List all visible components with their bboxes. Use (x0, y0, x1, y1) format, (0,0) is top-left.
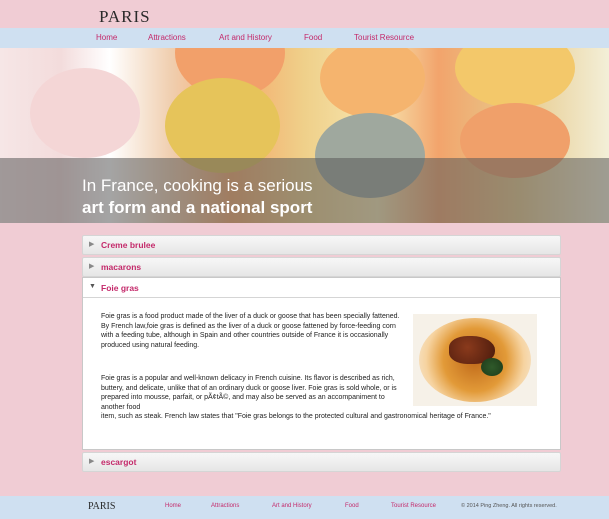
accordion-item-creme-brulee[interactable]: ▶ Creme brulee (82, 235, 561, 255)
copyright-text: © 2014 Ping Zheng. All rights reserved. (461, 503, 557, 509)
expanded-arrow-icon: ▼ (89, 283, 96, 290)
header-bar: PARIS (0, 0, 609, 28)
collapsed-arrow-icon: ▶ (89, 263, 95, 270)
accordion-item-escargot[interactable]: ▶ escargot (82, 452, 561, 472)
site-logo[interactable]: PARIS (99, 7, 151, 27)
macaron-decoration (30, 68, 140, 158)
accordion-label: macarons (101, 262, 142, 272)
nav-tourist-resource[interactable]: Tourist Resource (354, 33, 414, 42)
nav-art-and-history[interactable]: Art and History (219, 33, 272, 42)
hero-caption-line2: art form and a national sport (82, 198, 313, 217)
foie-gras-photo (413, 314, 537, 406)
accordion-label: Creme brulee (101, 240, 156, 250)
hero-caption-line1: In France, cooking is a serious (82, 176, 313, 195)
nav-home[interactable]: Home (96, 33, 117, 42)
collapsed-arrow-icon: ▶ (89, 241, 95, 248)
footer-logo[interactable]: PARIS (88, 501, 115, 512)
foie-gras-paragraph-1: Foie gras is a food product made of the … (101, 313, 400, 349)
nav-food[interactable]: Food (304, 33, 322, 42)
footer-nav-attractions[interactable]: Attractions (211, 503, 239, 509)
accordion-panel-foie-gras: ▼ Foie gras Foie gras is a food product … (82, 277, 561, 450)
hero-banner-macarons: In France, cooking is a serious art form… (0, 48, 609, 223)
accordion-label: Foie gras (101, 283, 139, 293)
footer-bar: PARIS Home Attractions Art and History F… (0, 496, 609, 519)
macaron-decoration (320, 48, 425, 118)
foie-gras-paragraph-2-text: Foie gras is a popular and well-known de… (101, 375, 397, 411)
collapsed-arrow-icon: ▶ (89, 458, 95, 465)
footer-nav-art-and-history[interactable]: Art and History (272, 503, 312, 509)
nav-attractions[interactable]: Attractions (148, 33, 186, 42)
accordion-item-macarons[interactable]: ▶ macarons (82, 257, 561, 277)
accordion-label: escargot (101, 457, 137, 467)
foie-gras-paragraph-2: Foie gras is a popular and well-known de… (101, 374, 491, 422)
footer-nav-food[interactable]: Food (345, 503, 359, 509)
main-nav: Home Attractions Art and History Food To… (0, 28, 609, 48)
foie-gras-paragraph-2-tail: item, such as steak. French law states t… (101, 413, 491, 420)
macaron-decoration (455, 48, 575, 108)
footer-nav-tourist-resource[interactable]: Tourist Resource (391, 503, 436, 509)
accordion-item-foie-gras[interactable]: ▼ Foie gras (83, 278, 560, 298)
garnish-image-part (481, 358, 503, 376)
footer-nav-home[interactable]: Home (165, 503, 181, 509)
